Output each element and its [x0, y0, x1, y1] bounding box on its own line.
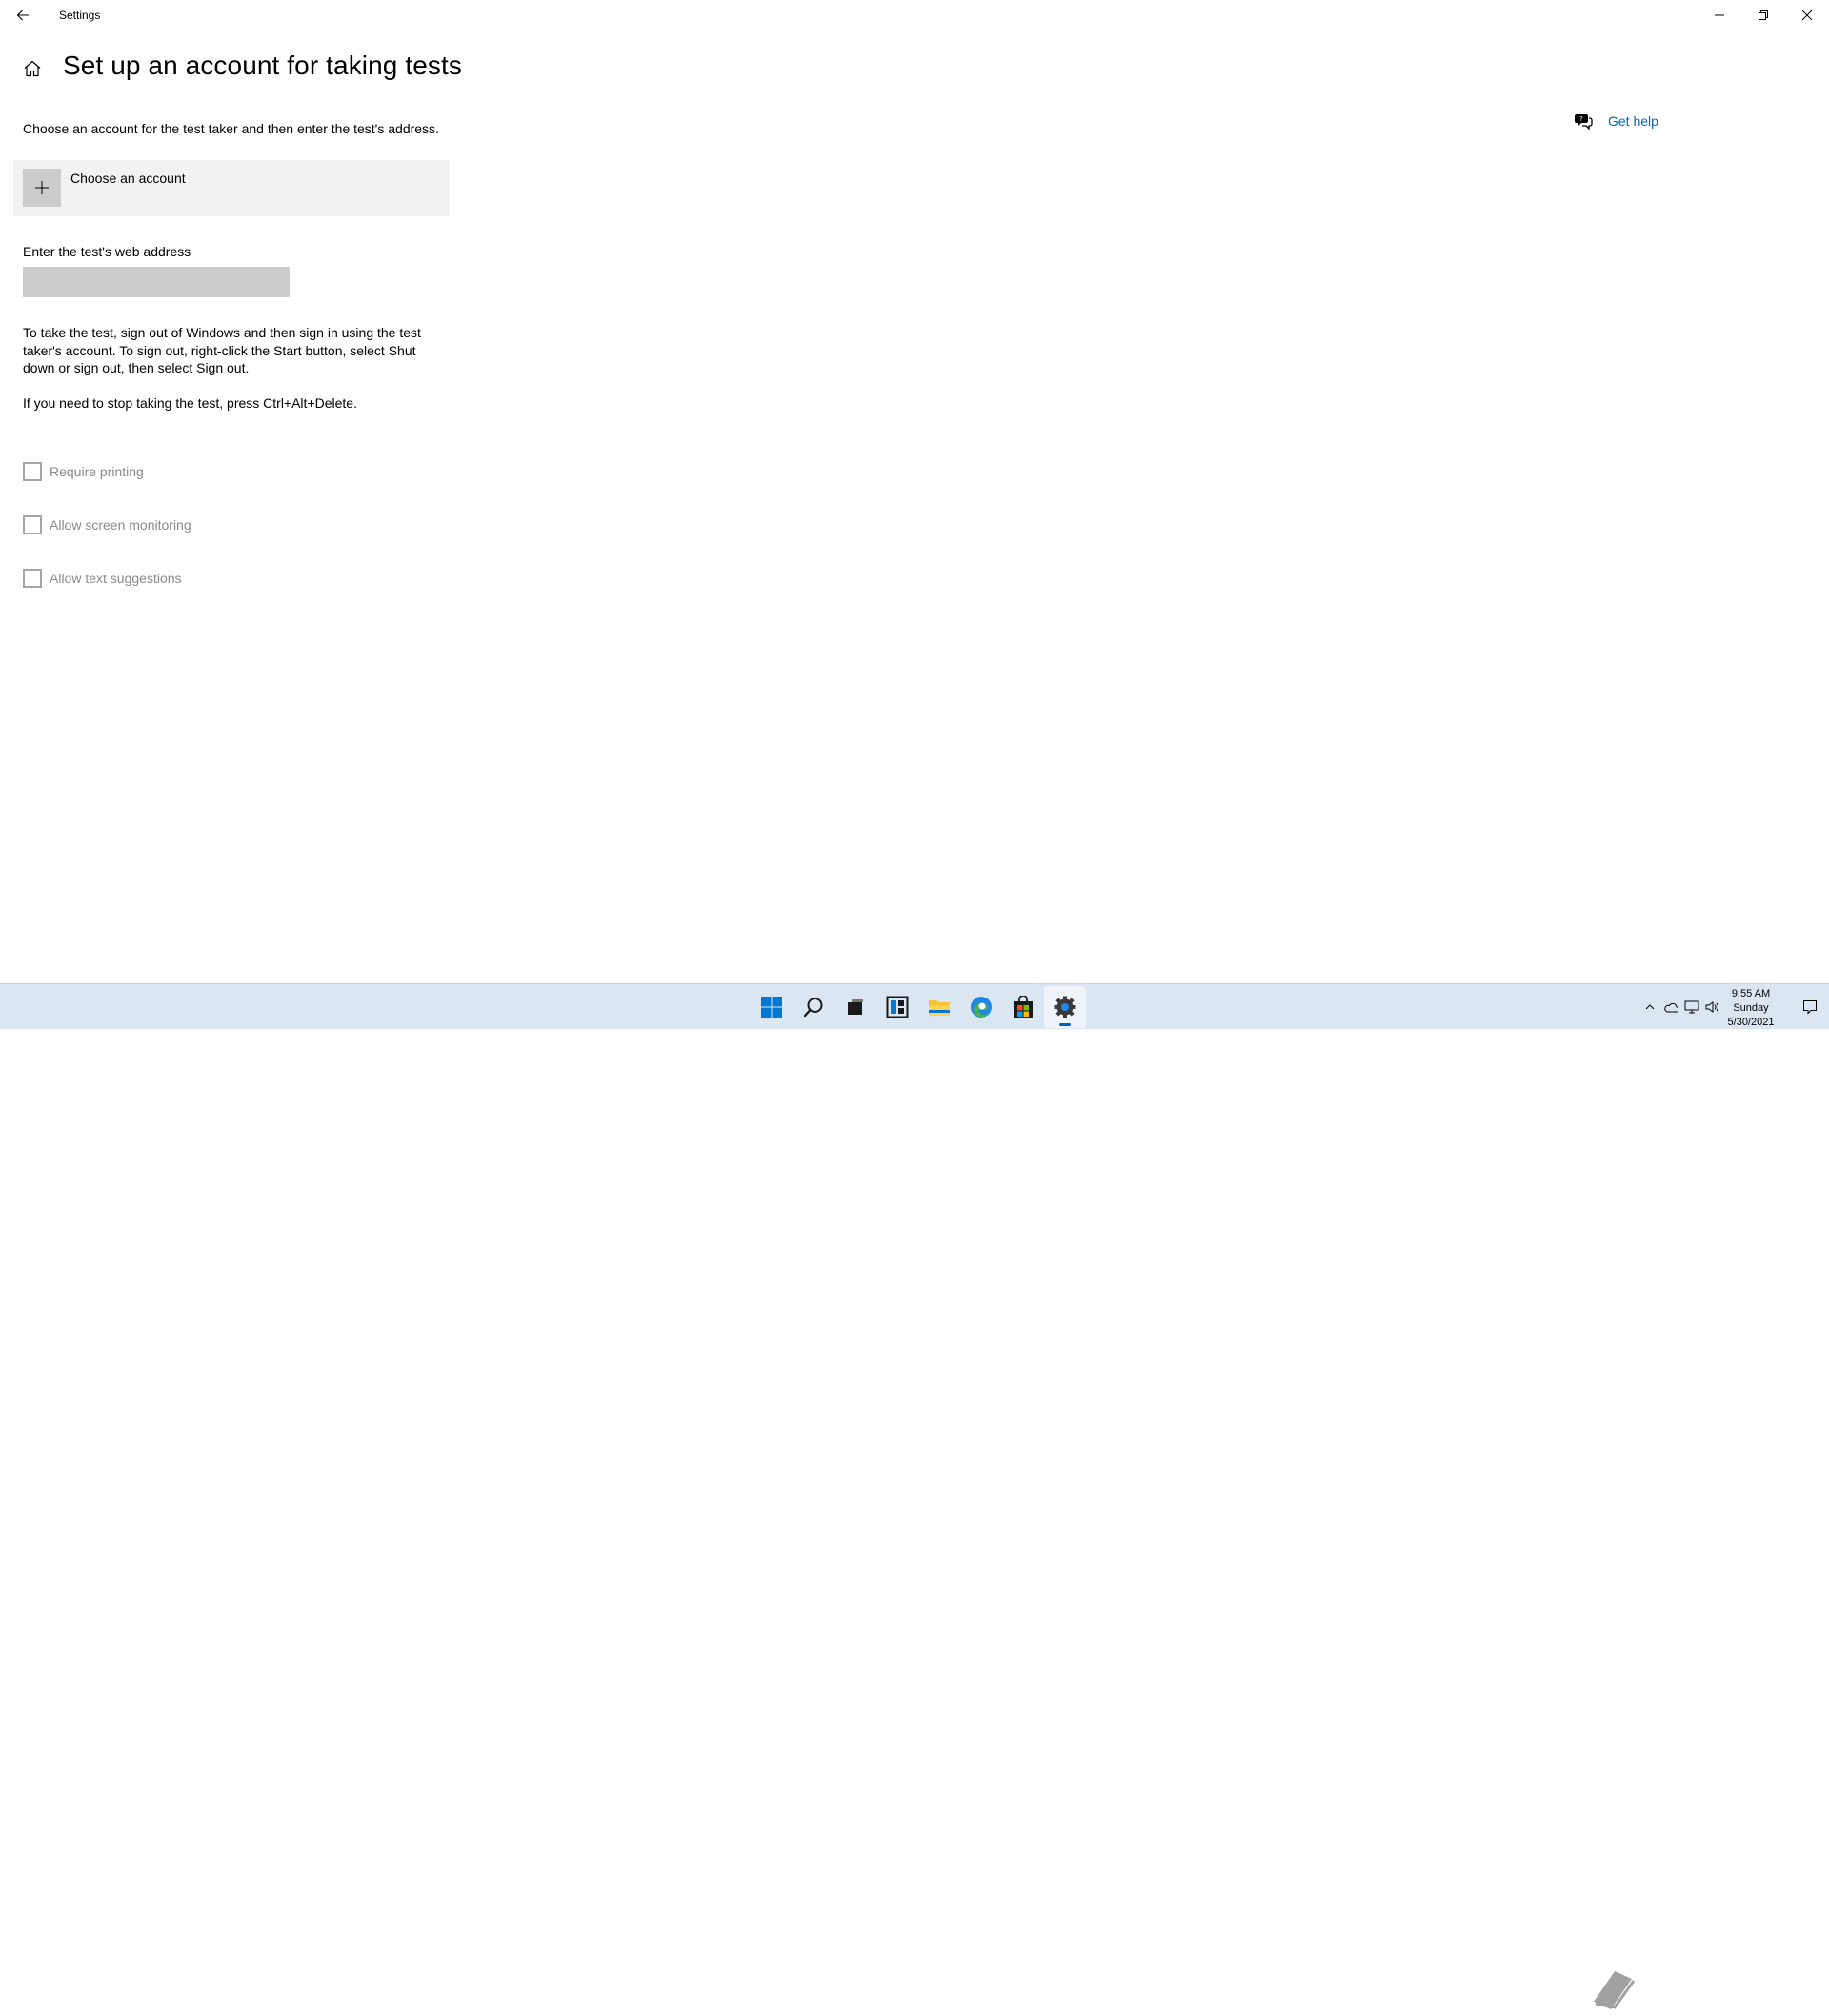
plus-icon — [35, 181, 49, 194]
show-hidden-icons-chevron[interactable] — [1642, 999, 1658, 1015]
edge-icon — [971, 997, 992, 1018]
network-icon[interactable] — [1684, 999, 1699, 1015]
start-button[interactable] — [751, 986, 793, 1028]
taskbar-clock[interactable]: 9:55 AM Sunday 5/30/2021 — [1713, 987, 1789, 1030]
back-button[interactable] — [0, 0, 46, 30]
window-controls — [1698, 0, 1829, 30]
settings-icon — [1054, 996, 1076, 1018]
restore-button[interactable] — [1741, 0, 1785, 30]
home-button[interactable] — [19, 55, 46, 82]
widgets-button[interactable] — [876, 986, 918, 1028]
allow-screen-monitoring-option[interactable]: Allow screen monitoring — [23, 515, 191, 534]
allow-text-suggestions-checkbox[interactable] — [23, 569, 42, 588]
web-address-label: Enter the test's web address — [23, 244, 191, 259]
title-bar: Settings — [0, 0, 1829, 30]
file-explorer-icon — [929, 1000, 950, 1016]
settings-window: Settings Set up an account for taking te… — [0, 0, 1829, 983]
start-icon — [761, 997, 782, 1018]
add-account-tile — [23, 169, 61, 207]
system-tray: 9:55 AM Sunday 5/30/2021 — [1638, 984, 1829, 1030]
close-icon — [1802, 10, 1812, 20]
choose-account-label: Choose an account — [70, 171, 186, 186]
taskbar-apps — [751, 984, 1086, 1030]
help-chat-icon: ? — [1572, 110, 1595, 132]
intro-text: Choose an account for the test taker and… — [23, 121, 439, 136]
clock-time: 9:55 AM — [1731, 988, 1771, 999]
require-printing-option[interactable]: Require printing — [23, 462, 144, 481]
svg-text:?: ? — [1579, 115, 1583, 123]
home-icon — [24, 60, 41, 77]
get-help-label: Get help — [1608, 113, 1658, 129]
get-help-link[interactable]: ? Get help — [1572, 110, 1658, 132]
page-title: Set up an account for taking tests — [63, 50, 462, 80]
sign-out-instructions: To take the test, sign out of Windows an… — [23, 325, 421, 375]
notification-center-button[interactable] — [1800, 998, 1819, 1017]
widgets-icon — [886, 996, 909, 1018]
onedrive-icon[interactable] — [1663, 999, 1678, 1015]
web-address-input[interactable] — [23, 267, 290, 297]
minimize-icon — [1715, 14, 1724, 16]
search-button[interactable] — [793, 986, 834, 1028]
stop-test-instructions: If you need to stop taking the test, pre… — [23, 395, 357, 411]
close-button[interactable] — [1785, 0, 1829, 30]
app-title: Settings — [59, 9, 101, 22]
allow-text-suggestions-option[interactable]: Allow text suggestions — [23, 569, 182, 588]
search-icon — [803, 998, 823, 1018]
notification-icon — [1803, 1000, 1817, 1015]
back-arrow-icon — [16, 10, 29, 21]
task-view-button[interactable] — [834, 986, 876, 1028]
settings-taskbar-button[interactable] — [1044, 986, 1086, 1028]
store-icon — [1014, 996, 1033, 1018]
task-view-icon — [848, 999, 863, 1015]
store-button[interactable] — [1002, 986, 1044, 1028]
restore-icon — [1759, 10, 1768, 20]
clock-day: Sunday — [1733, 1002, 1769, 1014]
require-printing-label: Require printing — [50, 464, 144, 479]
taskbar: 9:55 AM Sunday 5/30/2021 — [0, 983, 1829, 2009]
require-printing-checkbox[interactable] — [23, 462, 42, 481]
allow-screen-monitoring-checkbox[interactable] — [23, 515, 42, 534]
choose-account-button[interactable]: Choose an account — [13, 160, 450, 216]
clock-date: 5/30/2021 — [1727, 1017, 1775, 1028]
edge-button[interactable] — [960, 986, 1002, 1028]
watermark-logo — [1586, 1966, 1829, 2013]
allow-screen-monitoring-label: Allow screen monitoring — [50, 517, 191, 533]
allow-text-suggestions-label: Allow text suggestions — [50, 571, 182, 586]
minimize-button[interactable] — [1698, 0, 1741, 30]
file-explorer-button[interactable] — [918, 986, 960, 1028]
